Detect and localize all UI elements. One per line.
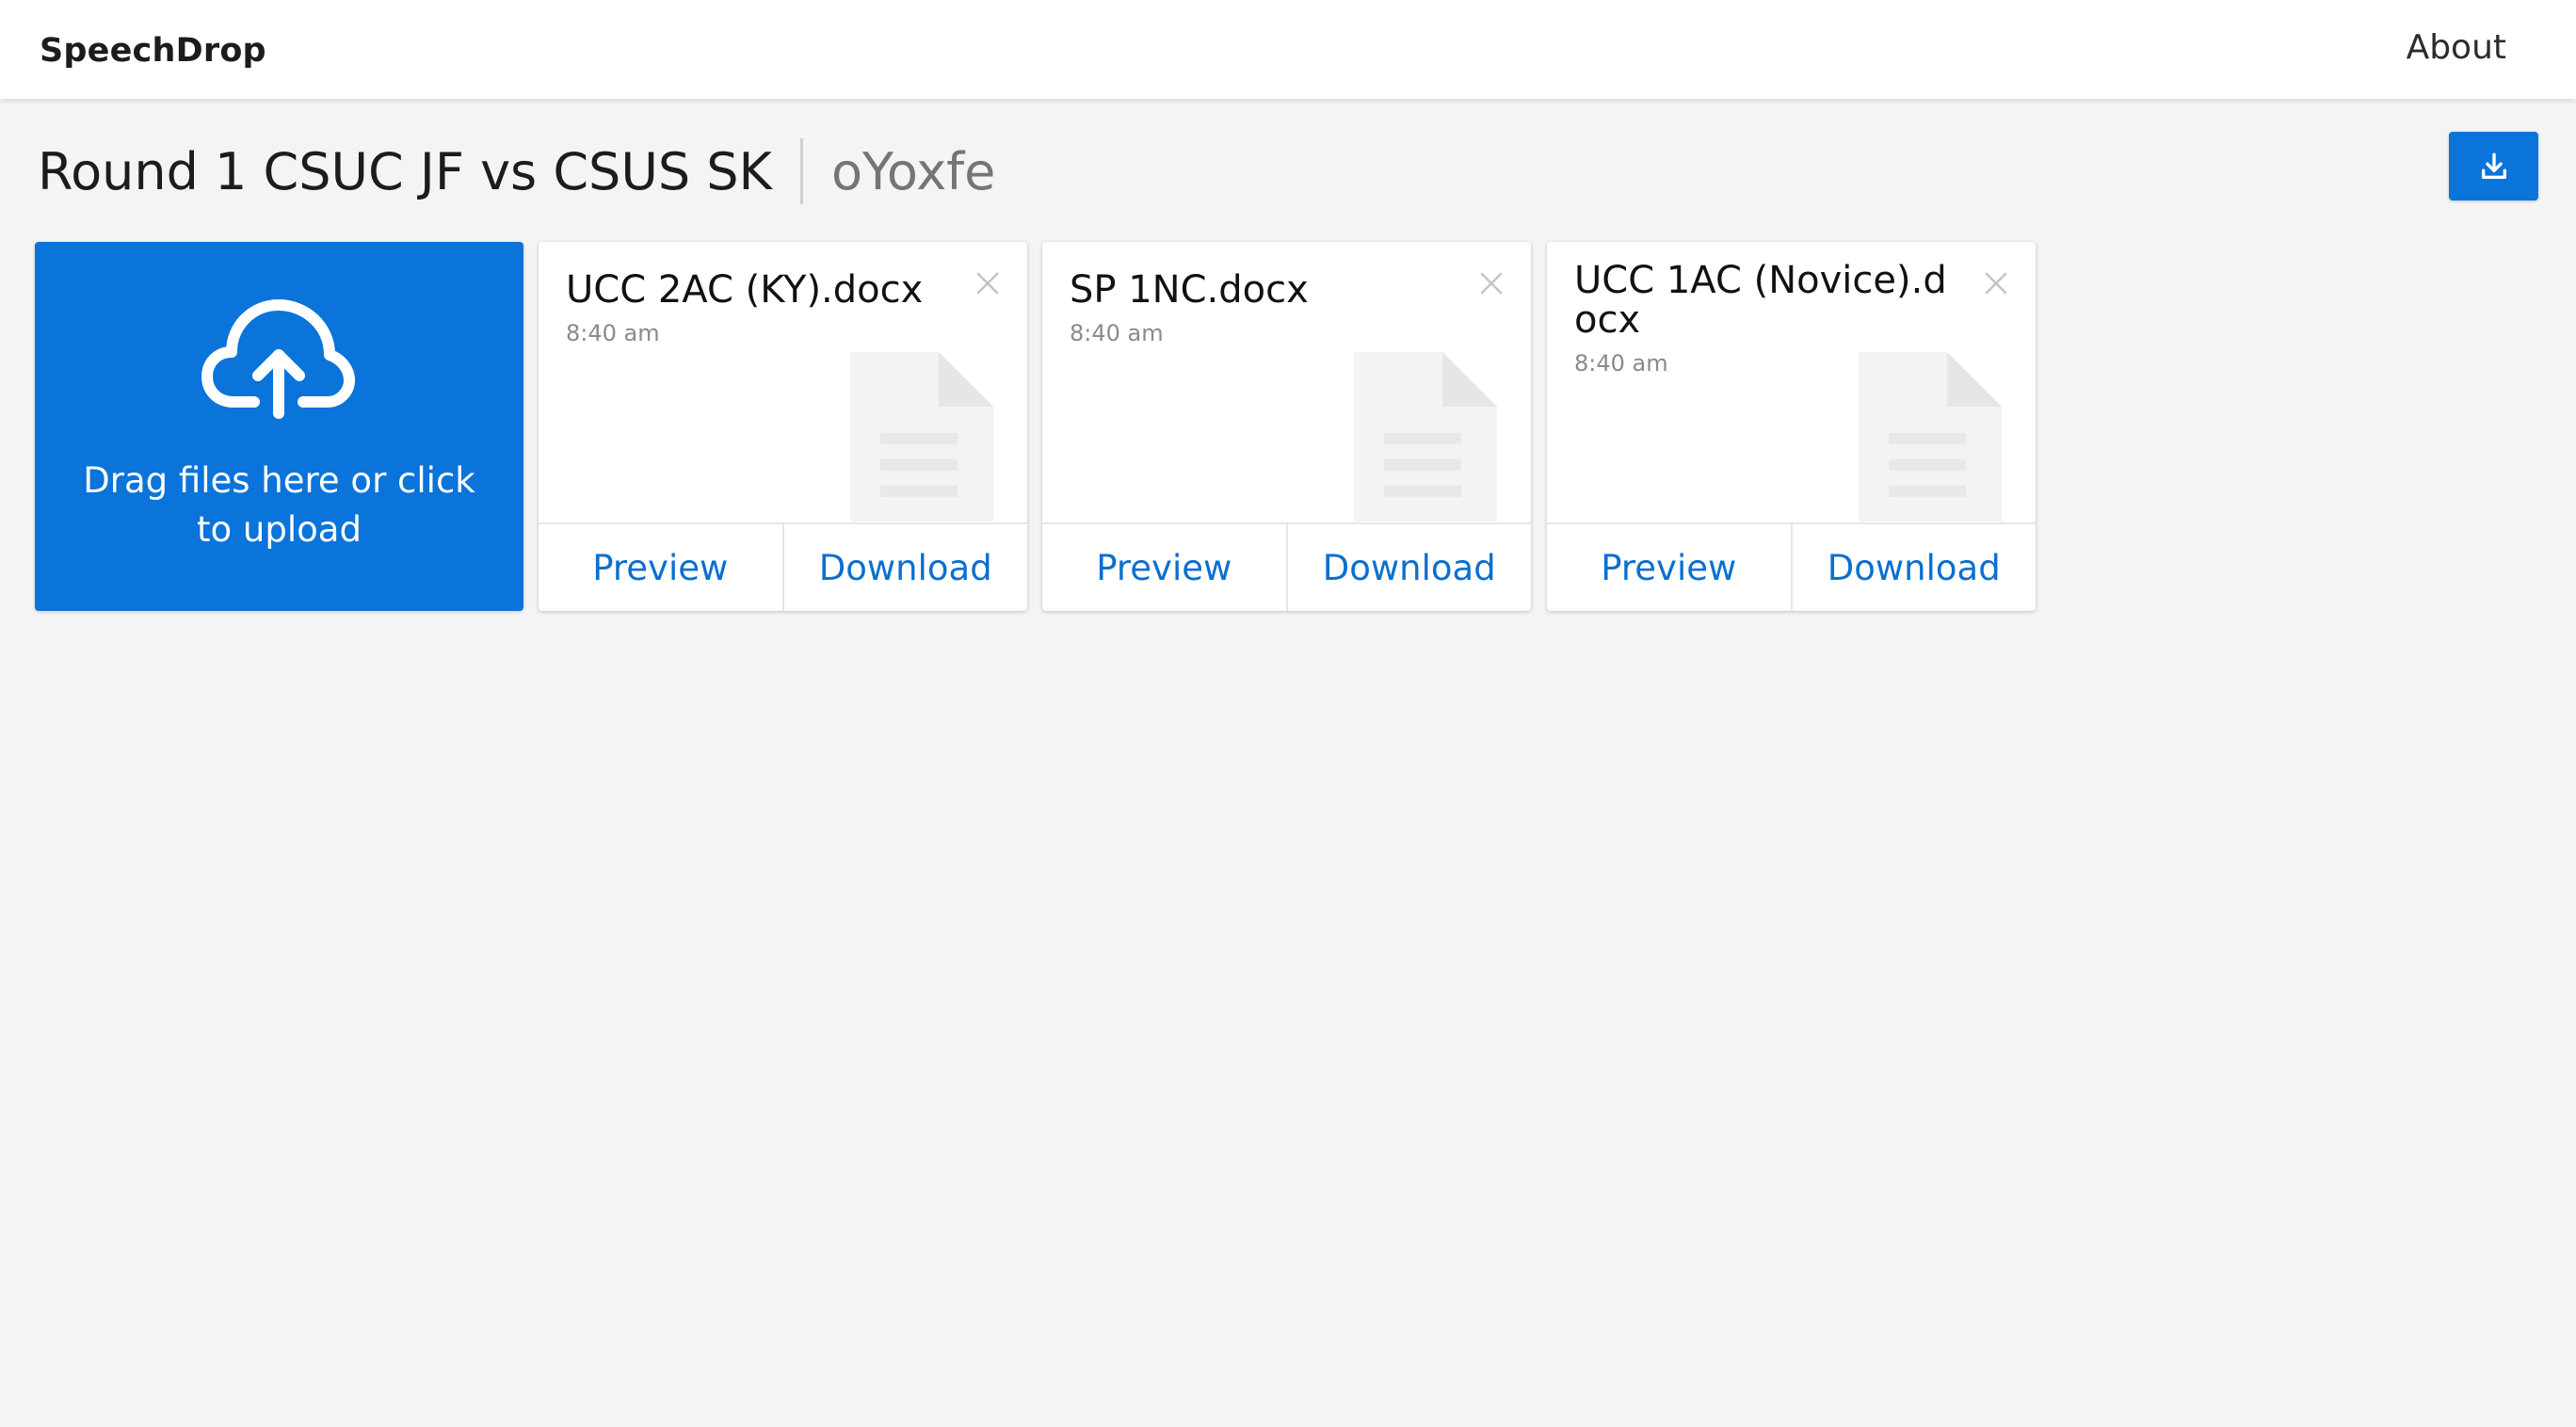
navbar: SpeechDrop About	[0, 0, 2576, 99]
download-button[interactable]: Download	[1790, 524, 2037, 611]
file-name: UCC 2AC (KY).docx 8:40 am	[566, 270, 961, 347]
room-title: Round 1 CSUC JF vs CSUS SK	[38, 141, 772, 201]
download-all-button[interactable]	[2449, 132, 2538, 200]
file-card: SP 1NC.docx 8:40 am Preview Download	[1042, 242, 1531, 611]
preview-button[interactable]: Preview	[539, 524, 782, 611]
file-timestamp: 8:40 am	[566, 320, 660, 346]
card-actions: Preview Download	[1042, 522, 1531, 611]
preview-button[interactable]: Preview	[1042, 524, 1286, 611]
cloud-upload-icon	[201, 299, 355, 419]
room-header: Round 1 CSUC JF vs CSUS SK oYoxfe	[38, 137, 995, 205]
download-button[interactable]: Download	[1285, 524, 1532, 611]
document-icon	[850, 352, 993, 521]
close-icon[interactable]	[1478, 270, 1505, 297]
document-icon	[1859, 352, 2002, 521]
download-button[interactable]: Download	[781, 524, 1028, 611]
preview-button[interactable]: Preview	[1547, 524, 1791, 611]
upload-instructions: Drag files here or click to upload	[83, 460, 475, 550]
room-code: oYoxfe	[830, 141, 996, 201]
close-icon[interactable]	[1983, 270, 2009, 297]
card-actions: Preview Download	[1547, 522, 2036, 611]
document-icon	[1354, 352, 1497, 521]
download-icon	[2481, 152, 2506, 179]
file-card: UCC 1AC (Novice).docx 8:40 am Preview Do…	[1547, 242, 2036, 611]
file-card: UCC 2AC (KY).docx 8:40 am Preview Downlo…	[539, 242, 1027, 611]
close-icon[interactable]	[974, 270, 1001, 297]
upload-dropzone[interactable]: Drag files here or click to upload	[35, 242, 523, 611]
room-title-divider	[799, 138, 803, 204]
brand-logo[interactable]: SpeechDrop	[40, 32, 266, 70]
card-actions: Preview Download	[539, 522, 1027, 611]
file-name: SP 1NC.docx 8:40 am	[1070, 270, 1465, 347]
nav-about-link[interactable]: About	[2407, 28, 2506, 67]
file-timestamp: 8:40 am	[1070, 320, 1164, 346]
